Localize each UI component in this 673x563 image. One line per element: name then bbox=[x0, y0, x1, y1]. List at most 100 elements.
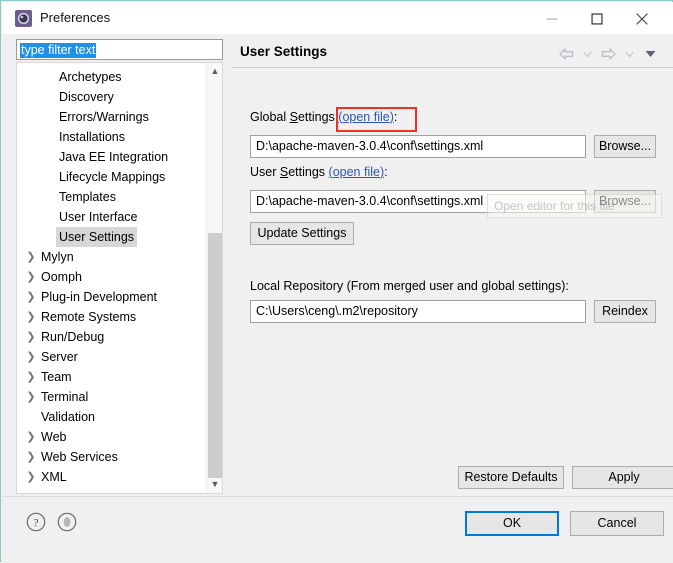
sidebar-item-validation[interactable]: Validation bbox=[17, 407, 207, 427]
restore-window-icon[interactable] bbox=[57, 512, 77, 535]
sidebar-item-label: User Interface bbox=[59, 210, 138, 224]
open-editor-tooltip: Open editor for this file bbox=[487, 194, 662, 218]
global-settings-input[interactable]: D:\apache-maven-3.0.4\conf\settings.xml bbox=[250, 135, 586, 158]
sidebar-item-label: Mylyn bbox=[41, 250, 74, 264]
forward-menu-chevron-down-icon[interactable] bbox=[620, 46, 638, 62]
preferences-dialog: Preferences type filter text Archetypes D… bbox=[0, 0, 673, 563]
user-settings-open-file-link[interactable]: (open file) bbox=[329, 165, 385, 179]
global-settings-label-suffix: : bbox=[393, 110, 398, 124]
global-settings-label: Global Settings (open file): bbox=[250, 110, 397, 124]
restore-defaults-button[interactable]: Restore Defaults bbox=[458, 466, 564, 489]
dialog-body: type filter text Archetypes Discovery Erro… bbox=[2, 34, 673, 496]
sidebar-item-archetypes[interactable]: Archetypes bbox=[17, 67, 207, 87]
sidebar-item-label: Web bbox=[41, 430, 67, 444]
close-icon bbox=[635, 12, 648, 25]
filter-input-value: type filter text bbox=[20, 43, 97, 58]
sidebar-item-web[interactable]: ❯ Web bbox=[17, 427, 207, 447]
maximize-icon bbox=[591, 13, 602, 24]
sidebar-item-installations[interactable]: Installations bbox=[17, 127, 207, 147]
scroll-down-icon[interactable]: ▼ bbox=[207, 476, 222, 493]
sidebar-item-label: Oomph bbox=[41, 270, 82, 284]
sidebar-item-label: Team bbox=[41, 370, 72, 384]
scroll-up-icon[interactable]: ▲ bbox=[207, 63, 222, 80]
sidebar-item-team[interactable]: ❯ Team bbox=[17, 367, 207, 387]
maximize-button[interactable] bbox=[574, 3, 619, 34]
view-menu-chevron-down-filled-icon[interactable] bbox=[641, 46, 659, 62]
sidebar-item-errors-warnings[interactable]: Errors/Warnings bbox=[17, 107, 207, 127]
sidebar-item-plug-in-development[interactable]: ❯ Plug-in Development bbox=[17, 287, 207, 307]
global-settings-label-prefix: Global bbox=[250, 110, 290, 124]
sidebar-item-terminal[interactable]: ❯ Terminal bbox=[17, 387, 207, 407]
title-separator bbox=[231, 67, 673, 68]
dialog-footer: ? OK Cancel bbox=[2, 496, 673, 563]
chevron-right-icon[interactable]: ❯ bbox=[25, 347, 37, 367]
tree-items: Archetypes Discovery Errors/Warnings Instal… bbox=[17, 67, 207, 487]
sidebar-item-xml[interactable]: ❯ XML bbox=[17, 467, 207, 487]
chevron-right-icon[interactable]: ❯ bbox=[25, 307, 37, 327]
chevron-right-icon[interactable]: ❯ bbox=[25, 387, 37, 407]
sidebar-item-label: User Settings bbox=[56, 227, 138, 247]
sidebar-item-mylyn[interactable]: ❯ Mylyn bbox=[17, 247, 207, 267]
minimize-icon bbox=[546, 18, 557, 19]
close-button[interactable] bbox=[619, 3, 664, 34]
ok-button[interactable]: OK bbox=[465, 511, 559, 536]
tree-scrollbar[interactable]: ▲ ▼ bbox=[206, 63, 222, 493]
preferences-tree[interactable]: Archetypes Discovery Errors/Warnings Instal… bbox=[16, 62, 223, 494]
settings-pane: User Settings Global Settings (open file… bbox=[231, 34, 673, 496]
sidebar-item-label: Terminal bbox=[41, 390, 89, 404]
local-repository-label: Local Repository (From merged user and g… bbox=[250, 279, 569, 293]
cancel-button[interactable]: Cancel bbox=[570, 511, 664, 536]
sidebar-item-oomph[interactable]: ❯ Oomph bbox=[17, 267, 207, 287]
sidebar-item-label: Server bbox=[41, 350, 78, 364]
arrow-left-icon[interactable] bbox=[557, 46, 575, 62]
sidebar-item-remote-systems[interactable]: ❯ Remote Systems bbox=[17, 307, 207, 327]
sidebar-item-java-ee-integration[interactable]: Java EE Integration bbox=[17, 147, 207, 167]
update-settings-button[interactable]: Update Settings bbox=[250, 222, 354, 245]
chevron-right-icon[interactable]: ❯ bbox=[25, 247, 37, 267]
svg-text:?: ? bbox=[33, 517, 38, 529]
sidebar-item-user-settings[interactable]: User Settings bbox=[17, 227, 207, 247]
sidebar-item-label: Validation bbox=[41, 410, 95, 424]
sidebar-item-label: Remote Systems bbox=[41, 310, 137, 324]
user-settings-label-rest: ettings bbox=[288, 165, 329, 179]
window-title: Preferences bbox=[40, 10, 111, 25]
chevron-right-icon[interactable]: ❯ bbox=[25, 427, 37, 447]
sidebar-item-user-interface[interactable]: User Interface bbox=[17, 207, 207, 227]
sidebar-item-label: Errors/Warnings bbox=[59, 110, 149, 124]
apply-button[interactable]: Apply bbox=[572, 466, 673, 489]
sidebar-item-web-services[interactable]: ❯ Web Services bbox=[17, 447, 207, 467]
user-settings-label-suffix: : bbox=[384, 165, 388, 179]
sidebar-item-label: Discovery bbox=[59, 90, 114, 104]
global-settings-label-rest: ettings bbox=[297, 110, 339, 124]
sidebar-item-label: Plug-in Development bbox=[41, 290, 158, 304]
back-menu-chevron-down-icon[interactable] bbox=[578, 46, 596, 62]
chevron-right-icon[interactable]: ❯ bbox=[25, 467, 37, 487]
sidebar-item-server[interactable]: ❯ Server bbox=[17, 347, 207, 367]
sidebar-item-label: Java EE Integration bbox=[59, 150, 169, 164]
chevron-right-icon[interactable]: ❯ bbox=[25, 447, 37, 467]
user-settings-label: User Settings (open file): bbox=[250, 165, 388, 179]
reindex-button[interactable]: Reindex bbox=[594, 300, 656, 323]
sidebar-item-run-debug[interactable]: ❯ Run/Debug bbox=[17, 327, 207, 347]
global-settings-browse-button[interactable]: Browse... bbox=[594, 135, 656, 158]
sidebar-item-templates[interactable]: Templates bbox=[17, 187, 207, 207]
sidebar-item-label: Archetypes bbox=[59, 70, 122, 84]
user-settings-label-mnemonic: S bbox=[279, 165, 289, 179]
sidebar-item-lifecycle-mappings[interactable]: Lifecycle Mappings bbox=[17, 167, 207, 187]
global-settings-label-mnemonic: S bbox=[289, 110, 298, 124]
chevron-right-icon[interactable]: ❯ bbox=[25, 267, 37, 287]
scrollbar-thumb[interactable] bbox=[208, 233, 222, 478]
local-repository-input[interactable]: C:\Users\ceng\.m2\repository bbox=[250, 300, 586, 323]
arrow-right-icon[interactable] bbox=[599, 46, 617, 62]
filter-input[interactable]: type filter text bbox=[16, 39, 223, 60]
sidebar-item-label: Run/Debug bbox=[41, 330, 105, 344]
sidebar-item-label: Lifecycle Mappings bbox=[59, 170, 166, 184]
chevron-right-icon[interactable]: ❯ bbox=[25, 287, 37, 307]
sidebar-item-discovery[interactable]: Discovery bbox=[17, 87, 207, 107]
chevron-right-icon[interactable]: ❯ bbox=[25, 327, 37, 347]
global-settings-open-file-link[interactable]: (open file) bbox=[338, 110, 394, 124]
sidebar-item-label: XML bbox=[41, 470, 67, 484]
help-icon[interactable]: ? bbox=[26, 512, 46, 535]
chevron-right-icon[interactable]: ❯ bbox=[25, 367, 37, 387]
minimize-button[interactable] bbox=[529, 3, 574, 34]
